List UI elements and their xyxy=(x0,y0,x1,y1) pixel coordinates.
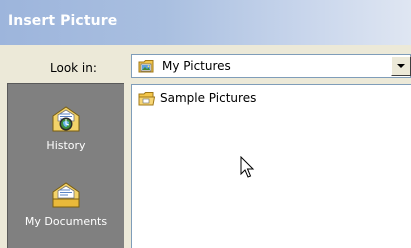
places-item-my-documents[interactable]: My Documents xyxy=(8,180,124,228)
chevron-down-icon xyxy=(397,64,405,68)
my-pictures-folder-icon xyxy=(138,58,155,74)
places-bar: History My Documents xyxy=(7,83,124,248)
look-in-value: My Pictures xyxy=(162,59,231,73)
look-in-dropdown-button[interactable] xyxy=(391,56,411,76)
history-icon xyxy=(50,104,82,136)
file-list[interactable]: Sample Pictures xyxy=(131,84,411,248)
folder-icon xyxy=(138,91,156,107)
insert-picture-dialog: Insert Picture Look in: My Pictures Hist… xyxy=(0,0,411,248)
file-item-label: Sample Pictures xyxy=(160,91,257,105)
places-item-label: History xyxy=(46,139,86,152)
my-documents-icon xyxy=(50,180,82,212)
places-item-label: My Documents xyxy=(24,215,108,228)
title-bar[interactable]: Insert Picture xyxy=(0,0,411,45)
look-in-label: Look in: xyxy=(50,61,97,75)
places-item-history[interactable]: History xyxy=(8,104,124,152)
look-in-dropdown[interactable]: My Pictures xyxy=(131,54,411,78)
mouse-cursor-icon xyxy=(240,155,256,180)
dialog-title: Insert Picture xyxy=(8,13,118,29)
